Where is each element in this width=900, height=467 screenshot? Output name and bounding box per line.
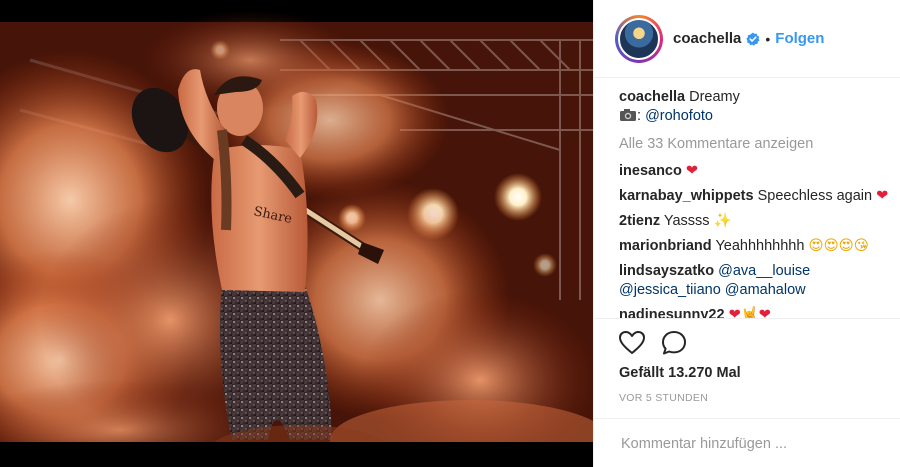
comment-text: Yeahhhhhhhh [715, 238, 805, 254]
comment-username[interactable]: marionbriand [619, 238, 712, 254]
comment-emoji: ✨ [713, 213, 732, 229]
comment-mention[interactable]: @ava__louise [718, 263, 810, 279]
avatar[interactable] [615, 14, 663, 63]
post-side-panel: coachella • Folgen coachella Dreamy : @r… [593, 0, 900, 467]
caption-credit-prefix: : [637, 108, 642, 124]
comment-text: Speechless again [757, 188, 873, 204]
comment-item: lindsayszatko @ava__louise [619, 262, 887, 281]
comment-emoji: 😍😍😍😘 [808, 238, 869, 254]
comment-username[interactable]: karnabay_whippets [619, 188, 754, 204]
view-all-comments-link[interactable]: Alle 33 Kommentare anzeigen [619, 135, 887, 154]
caption: coachella Dreamy [619, 88, 887, 107]
add-comment-bar [594, 418, 900, 467]
post-actions: Gefällt 13.270 Mal VOR 5 STUNDEN [594, 318, 900, 418]
avatar-image [618, 17, 660, 60]
comment-username[interactable]: lindsayszatko [619, 263, 714, 279]
comment-input[interactable] [619, 431, 883, 457]
verified-badge-icon [746, 32, 760, 46]
comment-item-continued: @jessica_tiiano @amahalow [619, 281, 887, 300]
camera-icon [619, 108, 637, 128]
comment-text: Yassss [663, 213, 710, 229]
heart-outline-icon[interactable] [618, 329, 646, 357]
header-username[interactable]: coachella [673, 30, 741, 47]
post-header: coachella • Folgen [594, 0, 900, 78]
comment-mention[interactable]: @jessica_tiiano @amahalow [619, 282, 806, 298]
likes-count[interactable]: Gefällt 13.270 Mal [619, 365, 741, 381]
caption-text: Dreamy [689, 89, 740, 105]
post-timestamp: VOR 5 STUNDEN [619, 392, 709, 404]
header-separator: • [765, 30, 771, 47]
caption-credit-mention[interactable]: @rohofoto [645, 108, 713, 124]
follow-button[interactable]: Folgen [775, 30, 824, 47]
comment-emoji: ❤ [685, 163, 699, 179]
caption-credit: : @rohofoto [619, 107, 887, 128]
caption-username[interactable]: coachella [619, 89, 685, 105]
comment-username[interactable]: inesanco [619, 163, 682, 179]
post-photo[interactable]: Share [0, 0, 593, 467]
comment-username[interactable]: 2tienz [619, 213, 660, 229]
concert-photo: Share [0, 0, 593, 467]
comment-item: 2tienz Yassss ✨ [619, 212, 887, 231]
comment-bubble-icon[interactable] [660, 329, 688, 357]
comment-emoji: ❤ [876, 188, 889, 204]
comment-item: karnabay_whippets Speechless again ❤ [619, 187, 889, 206]
comment-item: marionbriand Yeahhhhhhhh 😍😍😍😘 [619, 237, 887, 256]
comment-item: inesanco ❤ [619, 162, 887, 181]
comments-list[interactable]: coachella Dreamy : @rohofoto Alle 33 Kom… [594, 88, 900, 319]
